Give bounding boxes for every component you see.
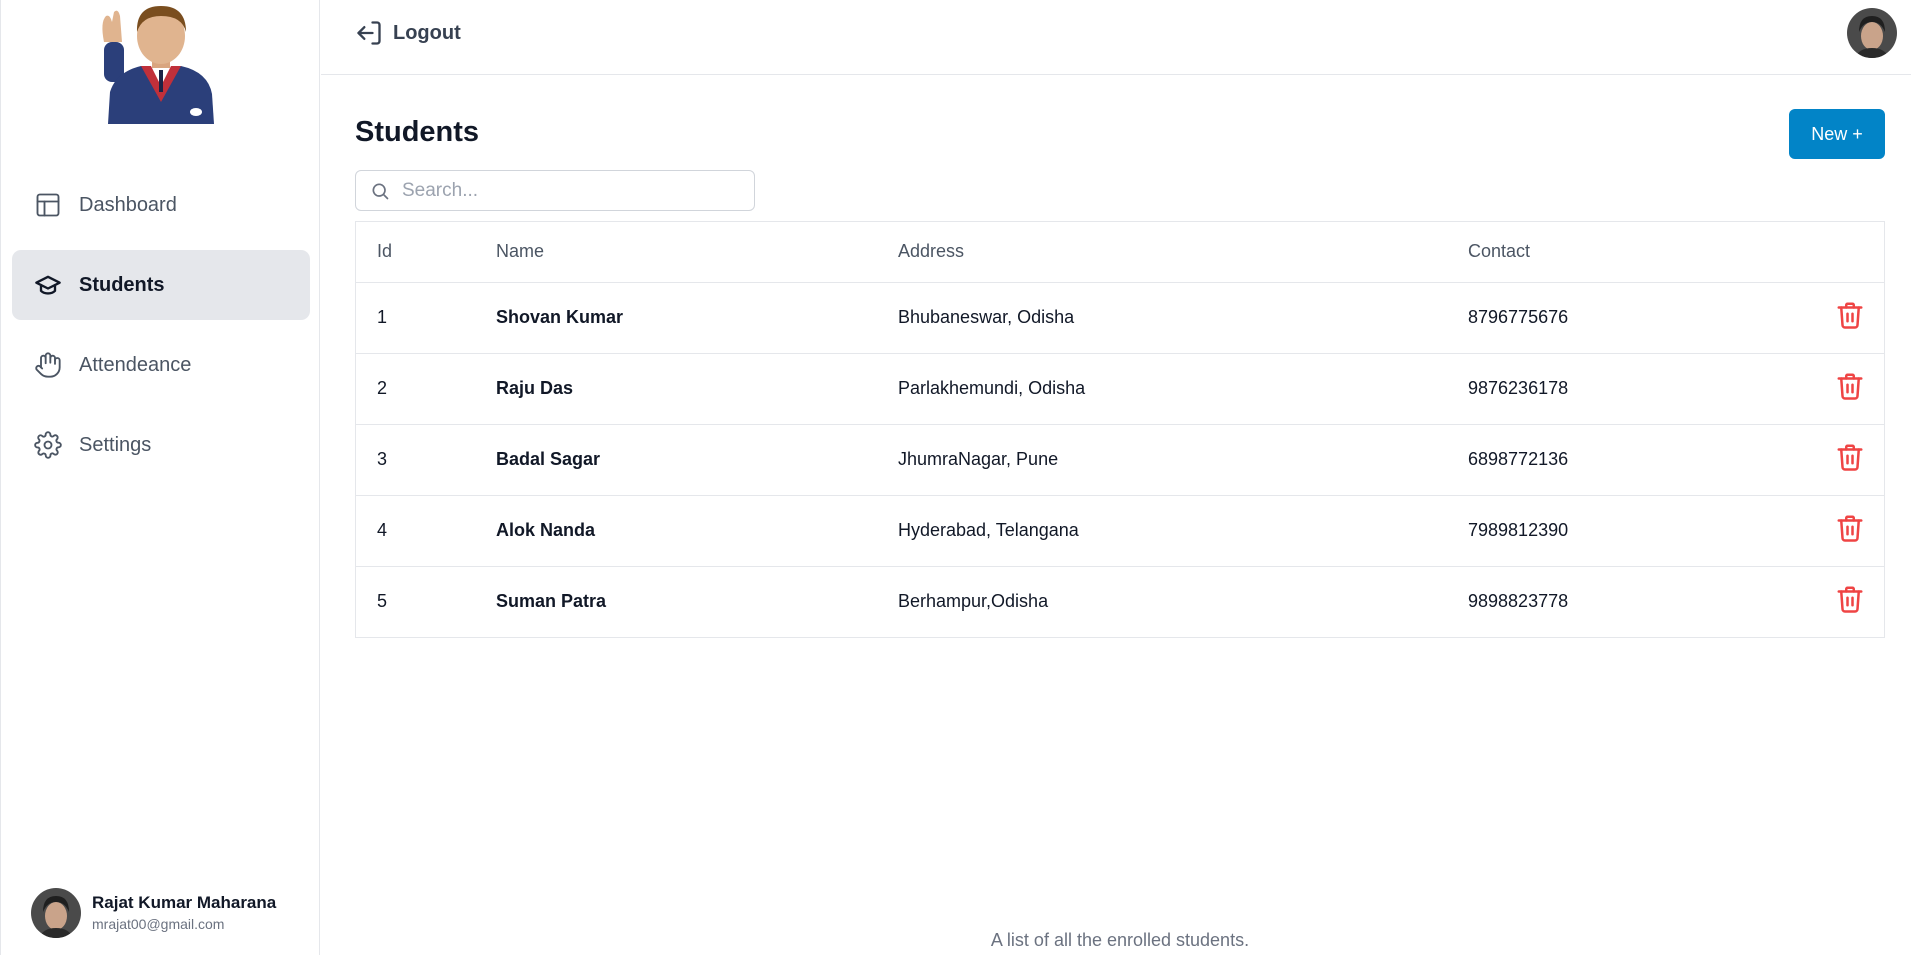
column-header-contact: Contact [1468, 241, 1531, 262]
cell-name: Badal Sagar [496, 449, 601, 469]
sidebar-item-dashboard[interactable]: Dashboard [12, 170, 310, 240]
sidebar-item-label: Dashboard [79, 193, 177, 216]
cell-id: 2 [377, 378, 388, 398]
user-profile[interactable]: Rajat Kumar Maharana mrajat00@gmail.com [31, 888, 276, 938]
profile-name: Rajat Kumar Maharana [92, 893, 277, 912]
column-header-name: Name [496, 241, 545, 262]
cell-id: 1 [377, 307, 388, 327]
sidebar-nav: Dashboard Students Attendeance Settings [12, 170, 310, 490]
cell-address: Hyderabad, Telangana [898, 520, 1079, 540]
search-box [355, 170, 755, 211]
logout-label: Logout [393, 21, 461, 44]
page-title: Students [355, 116, 480, 148]
table-row: 3 Badal Sagar JhumraNagar, Pune 68987721… [356, 424, 1884, 495]
sidebar-item-label: Attendeance [79, 353, 192, 376]
sidebar-item-label: Settings [79, 433, 152, 456]
cell-id: 4 [377, 520, 388, 540]
column-header-address: Address [898, 241, 965, 262]
search-input[interactable] [402, 179, 742, 202]
cell-contact: 8796775676 [1468, 307, 1569, 327]
sidebar-item-students[interactable]: Students [12, 250, 310, 320]
delete-trash-icon[interactable] [1835, 442, 1865, 472]
cell-id: 5 [377, 591, 388, 612]
sidebar-item-settings[interactable]: Settings [12, 410, 310, 480]
sidebar-item-attendeance[interactable]: Attendeance [12, 330, 310, 400]
cell-contact: 9876236178 [1468, 378, 1569, 398]
layout-icon [33, 190, 63, 220]
graduation-cap-icon [33, 270, 63, 300]
table-row: 2 Raju Das Parlakhemundi, Odisha 9876236… [356, 353, 1884, 424]
top-header: Logout [321, 0, 1911, 75]
cell-name: Alok Nanda [496, 520, 596, 540]
cell-contact: 9898823778 [1468, 591, 1569, 612]
cell-contact: 6898772136 [1468, 449, 1569, 469]
hand-icon [33, 350, 63, 380]
table-row: 4 Alok Nanda Hyderabad, Telangana 798981… [356, 495, 1884, 566]
cell-name: Suman Patra [496, 591, 607, 612]
cell-address: Berhampur,Odisha [898, 591, 1049, 612]
sidebar-item-label: Students [79, 273, 165, 296]
delete-trash-icon[interactable] [1835, 513, 1865, 543]
logout-icon [357, 21, 381, 45]
cell-id: 3 [377, 449, 388, 469]
header-avatar[interactable] [1847, 8, 1897, 58]
students-table: Id Name Address Contact 1 Shovan Kumar B… [355, 221, 1885, 638]
table-row: 1 Shovan Kumar Bhubaneswar, Odisha 87967… [356, 282, 1884, 353]
delete-trash-icon[interactable] [1835, 584, 1865, 614]
cell-contact: 7989812390 [1468, 520, 1569, 540]
table-row: 5 Suman Patra Berhampur,Odisha 989882377… [356, 566, 1884, 637]
cell-address: Parlakhemundi, Odisha [898, 378, 1086, 398]
cell-address: JhumraNagar, Pune [898, 449, 1059, 469]
table-caption: A list of all the enrolled students. [990, 930, 1250, 950]
new-student-button[interactable]: New + [1789, 109, 1885, 159]
cell-name: Shovan Kumar [496, 307, 624, 327]
cell-name: Raju Das [496, 378, 574, 398]
search-icon [372, 183, 389, 199]
column-header-action [1798, 222, 1884, 282]
avatar [31, 888, 81, 938]
table-header-row: Id Name Address Contact [356, 222, 1884, 282]
delete-trash-icon[interactable] [1835, 300, 1865, 330]
delete-trash-icon[interactable] [1835, 371, 1865, 401]
logo-avatar-icon [96, 2, 226, 126]
cell-address: Bhubaneswar, Odisha [898, 307, 1075, 327]
profile-email: mrajat00@gmail.com [92, 916, 225, 932]
gear-icon [33, 430, 63, 460]
sidebar: Dashboard Students Attendeance Settings … [0, 0, 320, 955]
column-header-id: Id [377, 241, 393, 262]
logout-button[interactable]: Logout [355, 18, 461, 48]
